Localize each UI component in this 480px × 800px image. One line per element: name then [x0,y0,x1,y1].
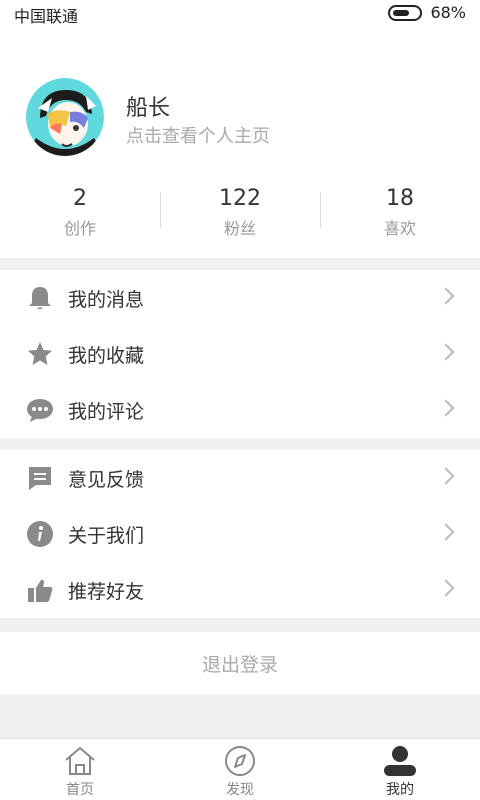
feedback-icon [26,464,54,492]
stat-works-value: 2 [73,186,87,211]
chevron-right-icon [437,343,455,361]
menu-group-app: 意见反馈 关于我们 推荐好友 [0,450,480,618]
home-icon [65,747,95,775]
menu-item-favorites[interactable]: 我的收藏 [0,326,480,382]
tab-discover-label: 发现 [226,782,254,798]
info-icon [26,520,54,548]
battery-indicator: 68% [388,3,466,22]
stats-bar: 2 创作 122 粉丝 18 喜欢 [0,182,480,246]
user-icon [384,746,416,776]
stat-followers[interactable]: 122 粉丝 [160,182,320,246]
bottom-nav: 首页 发现 我的 [0,738,480,800]
stat-followers-value: 122 [219,186,261,211]
menu-item-about-label: 关于我们 [68,525,145,547]
status-bar: 中国联通 68% [0,0,480,26]
tab-discover[interactable]: 发现 [160,739,320,800]
chevron-right-icon [437,287,455,305]
tab-home[interactable]: 首页 [0,739,160,800]
menu-group-personal: 我的消息 我的收藏 我的评论 [0,270,480,438]
stat-followers-label: 粉丝 [223,219,256,238]
menu-item-comments[interactable]: 我的评论 [0,382,480,438]
comment-icon [26,396,54,424]
menu-item-messages[interactable]: 我的消息 [0,270,480,326]
logout-button[interactable]: 退出登录 [0,632,480,694]
menu-item-recommend[interactable]: 推荐好友 [0,562,480,618]
menu-item-recommend-label: 推荐好友 [68,581,145,603]
menu-item-comments-label: 我的评论 [68,401,145,423]
tab-home-label: 首页 [66,782,94,798]
tab-me[interactable]: 我的 [320,739,480,800]
stat-works[interactable]: 2 创作 [0,182,160,246]
username: 船长 [126,96,171,121]
stat-works-label: 创作 [63,219,96,238]
thumbs-up-icon [26,576,54,604]
menu-item-feedback[interactable]: 意见反馈 [0,450,480,506]
avatar[interactable] [26,78,104,156]
tab-me-label: 我的 [386,782,414,798]
menu-item-about[interactable]: 关于我们 [0,506,480,562]
menu-item-feedback-label: 意见反馈 [68,469,145,491]
chevron-right-icon [437,399,455,417]
stat-likes-value: 18 [386,186,414,211]
bell-icon [26,284,54,312]
profile-header[interactable]: 船长 点击查看个人主页 2 创作 122 粉丝 18 喜欢 [0,26,480,258]
battery-icon [388,4,423,21]
view-profile-link[interactable]: 点击查看个人主页 [126,122,270,148]
star-icon [26,340,54,368]
stat-likes-label: 喜欢 [383,219,416,238]
menu-item-favorites-label: 我的收藏 [68,345,145,367]
stat-likes[interactable]: 18 喜欢 [320,182,480,246]
carrier-name: 中国联通 [14,7,79,26]
chevron-right-icon [437,579,455,597]
chevron-right-icon [437,467,455,485]
menu-item-messages-label: 我的消息 [68,289,145,311]
compass-icon [225,746,255,776]
battery-percent: 68% [430,3,466,22]
chevron-right-icon [437,523,455,541]
